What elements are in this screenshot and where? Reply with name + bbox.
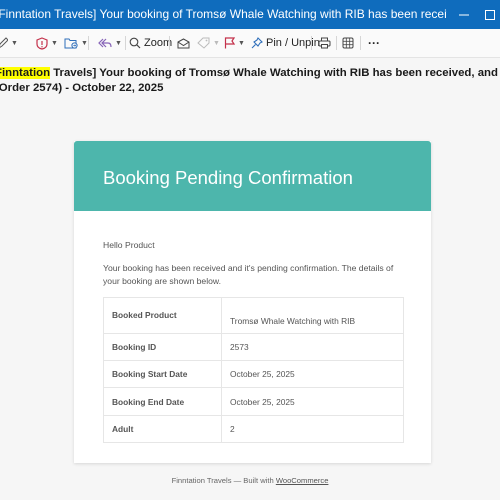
apps-grid-icon [342,37,354,49]
table-row: Booking Start Date October 25, 2025 [103,360,404,388]
maximize-button[interactable] [478,0,500,29]
table-row: Booking ID 2573 [103,333,404,361]
edit-icon [0,37,8,49]
chevron-down-icon: ▼ [238,39,245,47]
woocommerce-link[interactable]: WooCommerce [276,476,329,485]
detail-value: October 25, 2025 [221,360,404,388]
email-header: Booking Pending Confirmation [74,141,431,211]
flag-icon [224,37,235,49]
toolbar-divider [88,36,89,50]
email-footer: Finntation Travels — Built with WooComme… [0,476,500,485]
toolbar-divider [311,36,312,50]
email-subject: Finntation Travels] Your booking of Trom… [0,60,500,98]
categorize-button[interactable]: ▼ [0,29,18,57]
reply-all-icon [97,37,112,49]
detail-label: Adult [103,415,222,443]
minimize-icon [459,7,469,23]
email-header-title: Booking Pending Confirmation [103,167,353,188]
window-titlebar: [Finntation Travels] Your booking of Tro… [0,0,500,29]
flag-button[interactable]: ▼ [224,29,245,57]
intro-text: Your booking has been received and it's … [103,263,394,286]
more-options-button[interactable]: ··· [368,29,380,57]
toolbar-divider [169,36,170,50]
apps-button[interactable] [342,29,354,57]
detail-value: 2573 [221,333,404,361]
chevron-down-icon: ▼ [51,39,58,47]
detail-value: Tromsø Whale Watching with RIB [221,297,404,334]
search-highlight: Finntation [0,67,51,79]
detail-label: Booking ID [103,333,222,361]
chevron-down-icon: ▼ [213,39,220,47]
chevron-down-icon: ▼ [81,39,88,47]
maximize-icon [485,7,495,23]
mark-unread-button[interactable] [177,29,190,57]
reading-toolbar: ▼ ▼ ▼ ▼ Zoom ▼ ▼ Pin / Unpin ··· [0,29,500,58]
chevron-down-icon: ▼ [115,39,122,47]
subject-line-1: Finntation Travels] Your booking of Trom… [0,65,500,81]
zoom-button[interactable]: Zoom [129,29,172,57]
report-button[interactable]: ▼ [36,29,58,57]
move-button[interactable]: ▼ [64,29,88,57]
tag-icon [197,37,210,49]
toolbar-divider [360,36,361,50]
table-row: Booked Product Tromsø Whale Watching wit… [103,297,404,334]
toolbar-divider [125,36,126,50]
table-row: Adult 2 [103,415,404,443]
pin-unpin-button[interactable]: Pin / Unpin [251,29,320,57]
window-title: [Finntation Travels] Your booking of Tro… [0,7,447,21]
minimize-button[interactable] [452,0,476,29]
table-row: Booking End Date October 25, 2025 [103,387,404,416]
greeting-text: Hello Product [103,240,155,250]
zoom-label: Zoom [144,37,173,49]
pin-icon [251,37,263,49]
printer-icon [318,37,331,49]
detail-label: Booked Product [103,297,222,334]
detail-label: Booking End Date [103,387,222,416]
subject-text: Travels] Your booking of Tromsø Whale Wa… [53,67,500,79]
detail-label: Booking Start Date [103,360,222,388]
subject-line-2: (Order 2574) - October 22, 2025 [0,82,164,94]
categorize-tag-button[interactable]: ▼ [197,29,220,57]
reply-all-button[interactable]: ▼ [97,29,122,57]
more-icon: ··· [368,36,380,50]
toolbar-divider [336,36,337,50]
zoom-icon [129,37,141,49]
detail-value: October 25, 2025 [221,387,404,416]
shield-alert-icon [36,36,48,50]
detail-value: 2 [221,415,404,443]
footer-text: Finntation Travels — Built with [171,476,276,485]
move-folder-icon [64,37,78,49]
booking-details-table: Booked Product Tromsø Whale Watching wit… [103,297,404,443]
print-button[interactable] [318,29,331,57]
envelope-icon [177,37,190,49]
chevron-down-icon: ▼ [11,39,18,47]
